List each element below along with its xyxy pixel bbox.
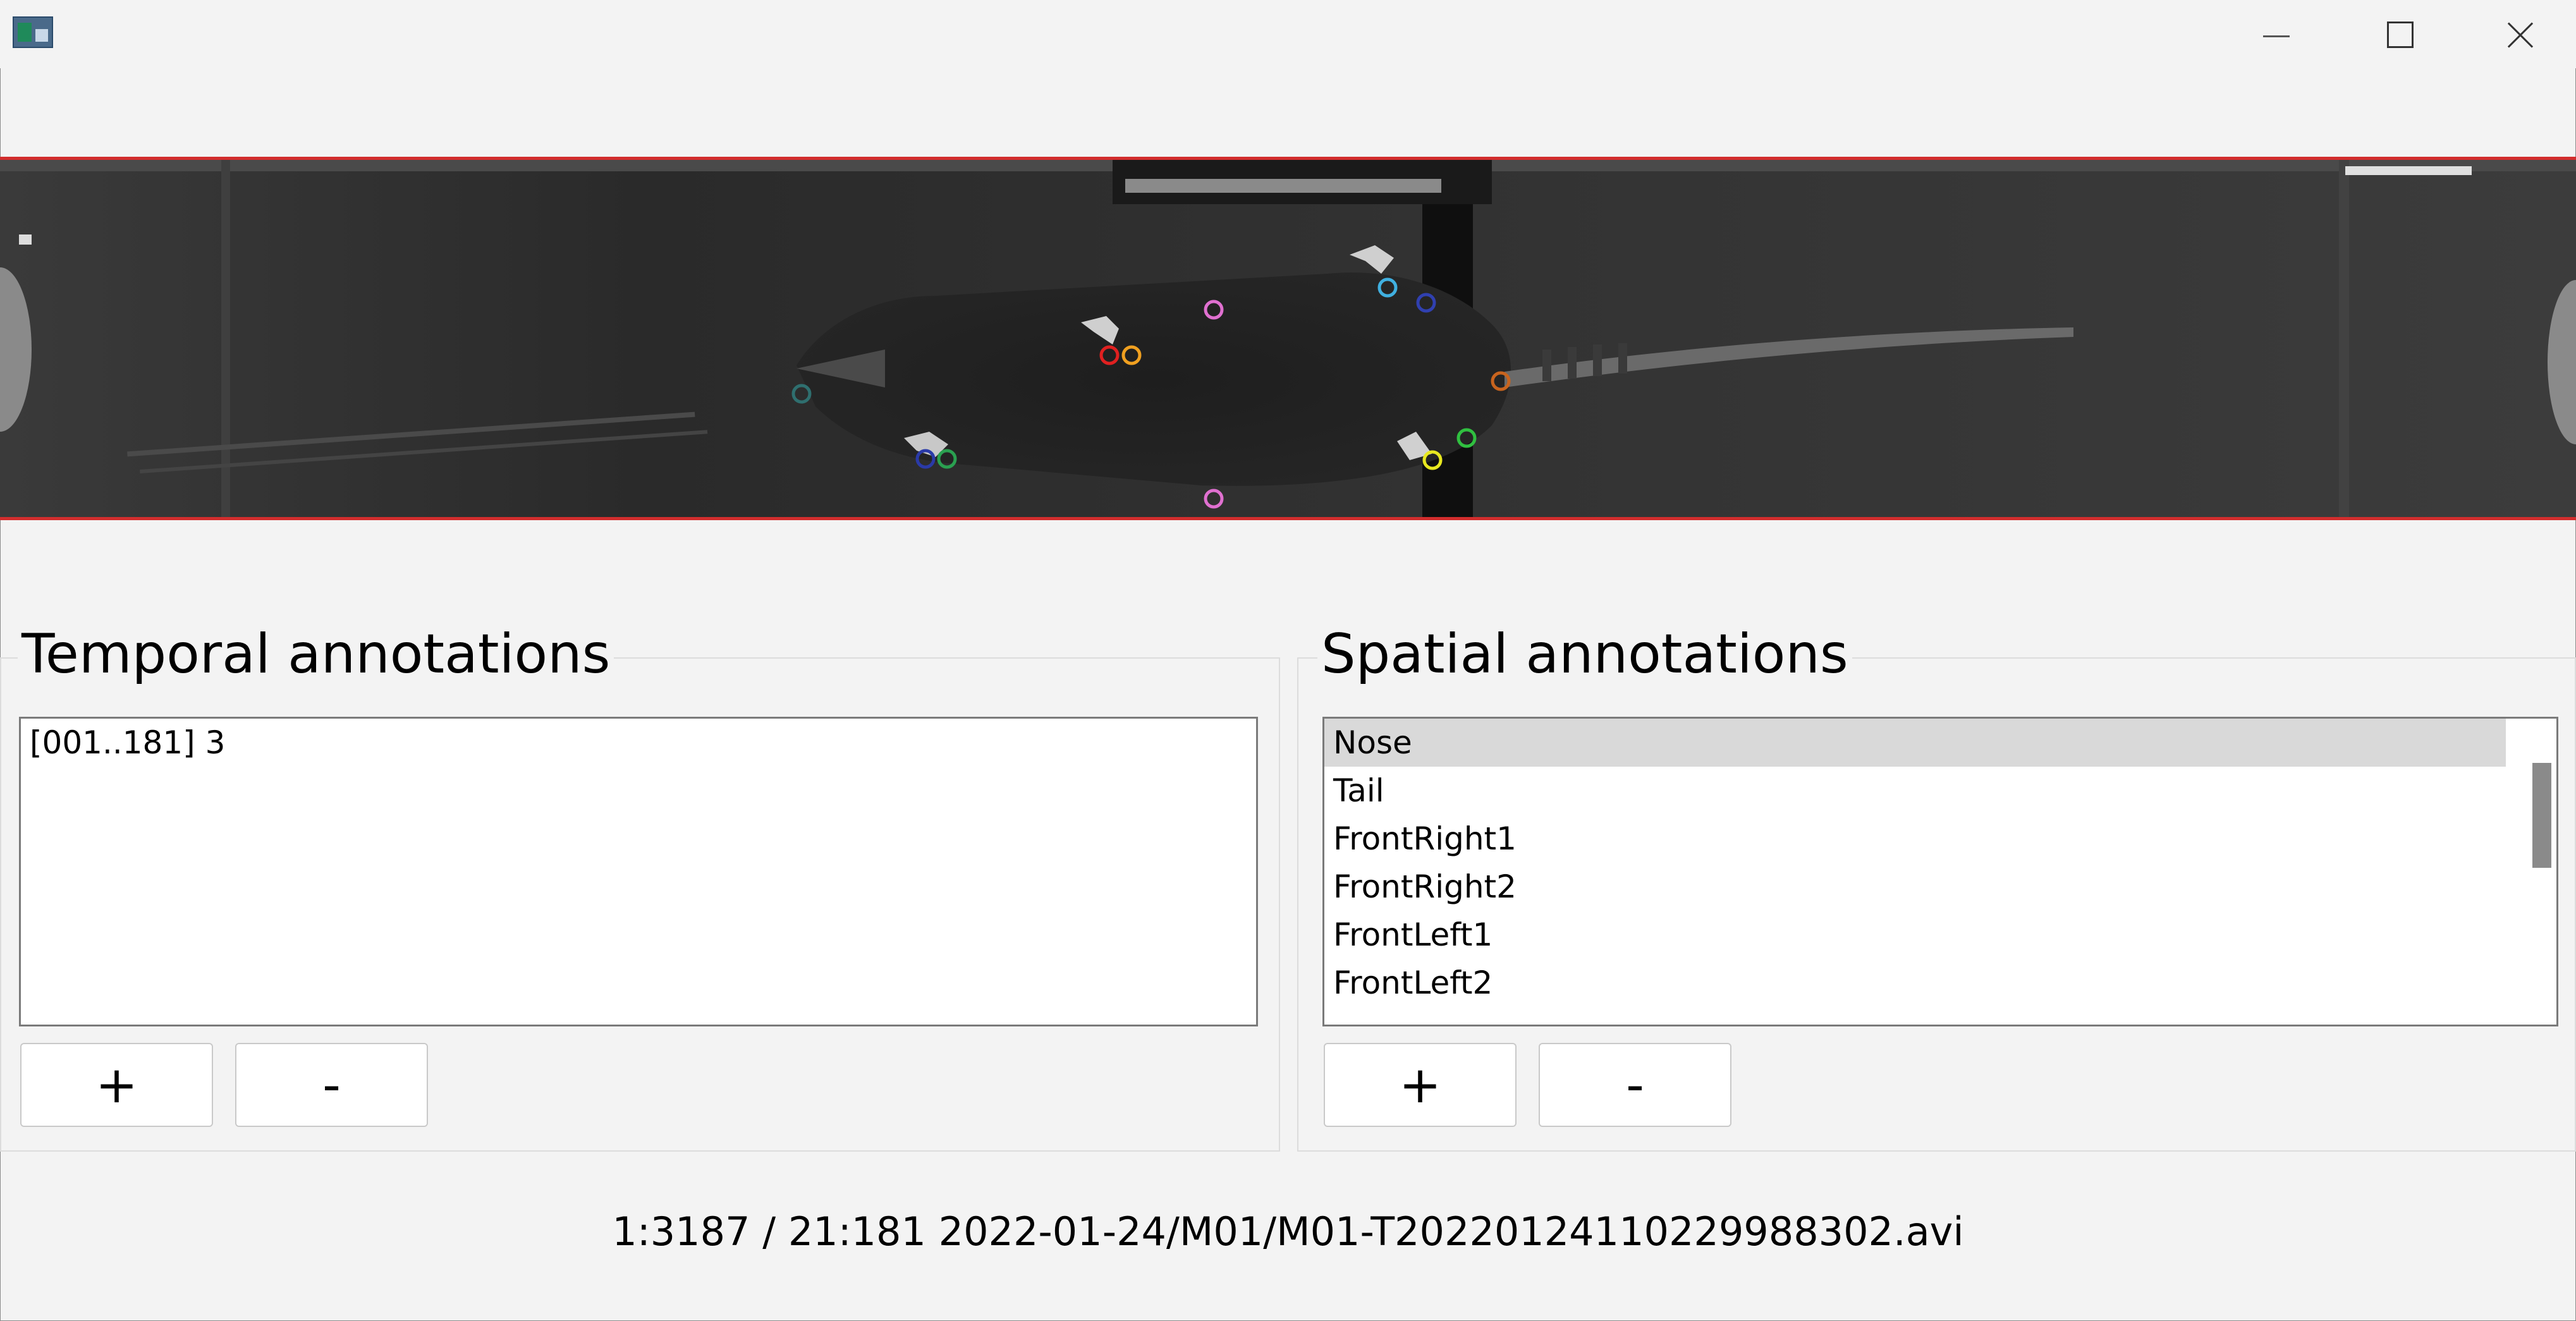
spatial-annotations-list[interactable]: Nose Tail FrontRight1 FrontRight2 FrontL… [1322, 717, 2558, 1026]
list-item[interactable]: FrontLeft1 [1324, 911, 2556, 959]
temporal-annotations-list[interactable]: [001..181] 3 [19, 717, 1258, 1026]
temporal-annotations-title: Temporal annotations [18, 627, 614, 681]
list-item[interactable]: Tail [1324, 767, 2556, 815]
title-bar [0, 0, 2576, 68]
spatial-annotations-group: Spatial annotations Nose Tail FrontRight… [1297, 627, 2576, 1152]
list-item[interactable]: FrontLeft2 [1324, 959, 2556, 1007]
video-image [0, 160, 2576, 517]
spatial-annotations-title: Spatial annotations [1317, 627, 1852, 681]
add-spatial-annotation-button[interactable]: + [1324, 1043, 1517, 1127]
list-item[interactable]: Nose [1324, 719, 2506, 767]
minimize-button[interactable] [2238, 13, 2307, 56]
temporal-annotations-group: Temporal annotations [001..181] 3 + - [0, 627, 1280, 1152]
video-frame[interactable] [0, 157, 2576, 520]
close-button[interactable] [2484, 13, 2554, 56]
remove-spatial-annotation-button[interactable]: - [1539, 1043, 1731, 1127]
app-icon [13, 16, 53, 48]
status-text: 1:3187 / 21:181 2022-01-24/M01/M01-T2022… [612, 1208, 1964, 1255]
list-scrollbar[interactable] [2532, 763, 2551, 868]
add-temporal-annotation-button[interactable]: + [20, 1043, 213, 1127]
list-item[interactable]: FrontRight1 [1324, 815, 2556, 863]
list-item[interactable]: [001..181] 3 [21, 719, 1256, 767]
list-item[interactable]: FrontRight2 [1324, 863, 2556, 911]
maximize-button[interactable] [2362, 13, 2431, 56]
remove-temporal-annotation-button[interactable]: - [235, 1043, 428, 1127]
